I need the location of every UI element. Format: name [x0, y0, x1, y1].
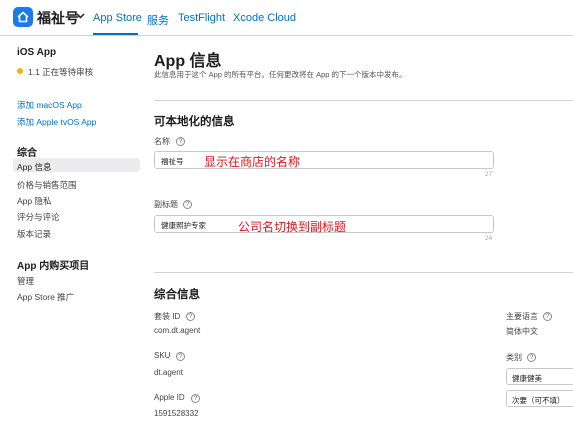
name-remaining-count: 27 — [485, 171, 493, 178]
name-annotation: 显示在商店的名称 — [204, 155, 301, 169]
subtitle-field-value: 健康照护专家 — [161, 221, 206, 230]
apple-id-label: Apple ID — [154, 393, 185, 402]
top-navigation-bar: 福祉号 App Store 服务 TestFlight Xcode Cloud — [0, 0, 573, 36]
subtitle-label: 副标题 — [154, 200, 178, 209]
app-name[interactable]: 福祉号 — [37, 8, 79, 28]
section-divider — [154, 272, 573, 273]
sidebar-item-ratings[interactable]: 评分与评论 — [17, 211, 60, 223]
question-circle-icon[interactable]: ? — [527, 353, 536, 362]
question-circle-icon[interactable]: ? — [186, 312, 195, 321]
subtitle-annotation: 公司名切换到副标题 — [238, 220, 347, 234]
primary-category-select[interactable]: 健康健美 — [506, 368, 573, 385]
question-circle-icon[interactable]: ? — [191, 394, 200, 403]
sidebar-add-macos[interactable]: 添加 macOS App — [17, 99, 82, 111]
sidebar-platform-title[interactable]: iOS App — [17, 47, 56, 58]
name-label: 名称 — [154, 137, 170, 146]
tab-testflight[interactable]: TestFlight — [178, 12, 225, 24]
page-title: App 信息 — [154, 53, 222, 70]
general-section-title: 综合信息 — [154, 289, 200, 301]
sidebar-item-privacy[interactable]: App 隐私 — [17, 195, 52, 207]
sidebar-item-app-info[interactable]: App 信息 — [17, 161, 52, 173]
sku-value: dt.agent — [154, 368, 183, 377]
primary-language-value[interactable]: 简体中文 — [506, 326, 538, 337]
active-tab-indicator — [93, 33, 138, 35]
bundle-id-label: 套装 ID — [154, 312, 181, 321]
subtitle-remaining-count: 24 — [485, 235, 493, 242]
section-divider — [154, 100, 573, 101]
sidebar-item-version-history[interactable]: 版本记录 — [17, 228, 51, 240]
tab-services[interactable]: 服务 — [147, 12, 169, 28]
category-label: 类别 — [506, 353, 522, 362]
localizable-section-title: 可本地化的信息 — [154, 116, 235, 128]
tab-xcode-cloud[interactable]: Xcode Cloud — [233, 12, 296, 24]
apple-id-value: 1591528332 — [154, 409, 199, 418]
question-circle-icon[interactable]: ? — [543, 312, 552, 321]
sidebar-item-pricing[interactable]: 价格与销售范围 — [17, 179, 77, 191]
secondary-category-value: 次要（可不填） — [512, 396, 565, 405]
question-circle-icon[interactable]: ? — [183, 200, 192, 209]
sidebar-item-promotion[interactable]: App Store 推广 — [17, 291, 74, 303]
primary-language-label: 主要语言 — [506, 312, 538, 321]
tab-app-store[interactable]: App Store — [93, 12, 142, 24]
sidebar-general-title: 综合 — [17, 148, 37, 159]
sidebar-item-manage[interactable]: 管理 — [17, 275, 34, 287]
question-circle-icon[interactable]: ? — [176, 137, 185, 146]
sidebar-version-status[interactable]: 1.1 正在等待审核 — [28, 66, 93, 78]
house-icon[interactable] — [13, 7, 33, 27]
sku-label: SKU — [154, 351, 171, 360]
question-circle-icon[interactable]: ? — [176, 352, 185, 361]
chevron-down-icon[interactable] — [76, 13, 85, 19]
sidebar-iap-title: App 内购买项目 — [17, 261, 90, 272]
sidebar-add-tvos[interactable]: 添加 Apple tvOS App — [17, 116, 96, 128]
name-field-value: 福祉号 — [161, 157, 184, 166]
secondary-category-select[interactable]: 次要（可不填） — [506, 390, 573, 407]
bundle-id-value: com.dt.agent — [154, 326, 201, 335]
page-subtitle: 此信息用于这个 App 的所有平台。任何更改将在 App 的下一个版本中发布。 — [154, 70, 407, 79]
primary-category-value: 健康健美 — [512, 374, 542, 383]
pending-status-icon — [17, 68, 23, 74]
